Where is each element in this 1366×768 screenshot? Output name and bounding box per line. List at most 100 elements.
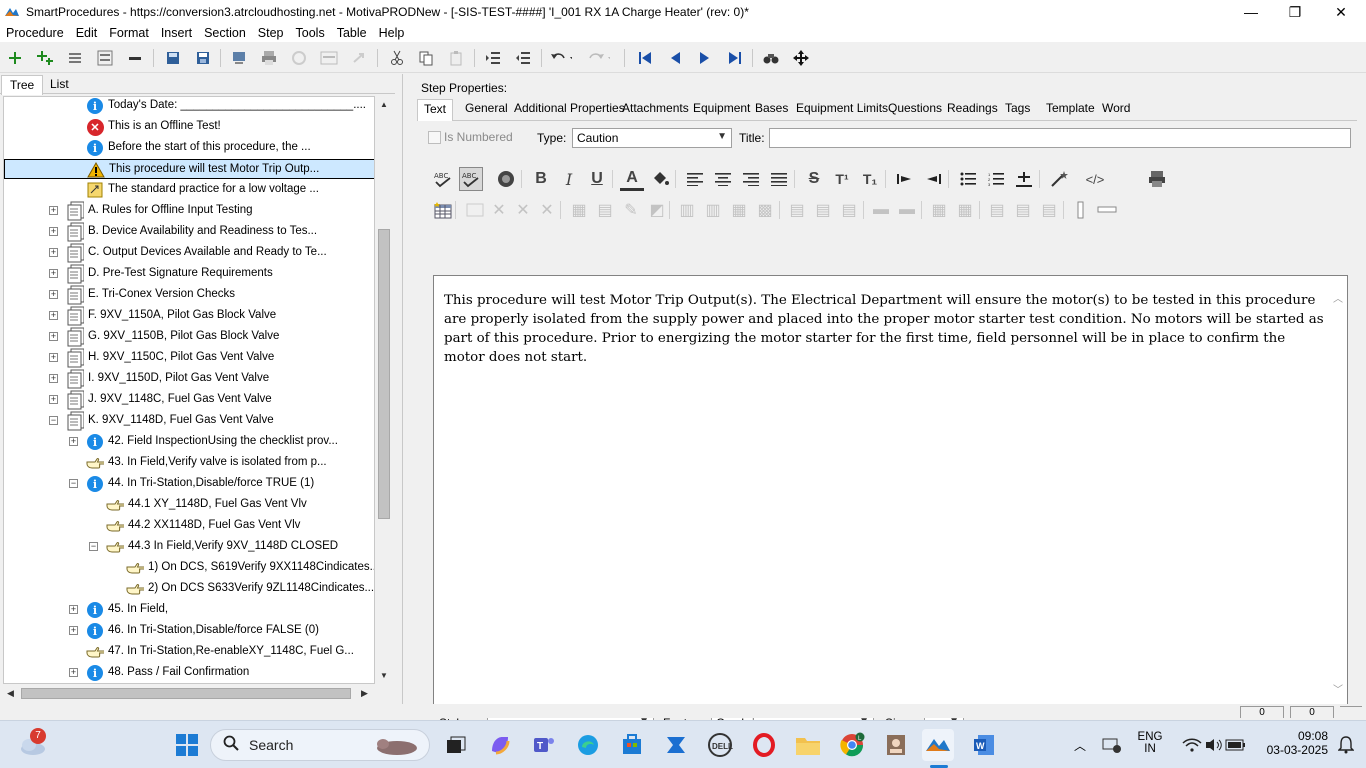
tree-row[interactable]: 1) On DCS, S619Verify 9XX1148Cindicates.… — [4, 558, 374, 578]
expand-icon[interactable]: + — [49, 374, 58, 383]
expand-icon[interactable]: + — [69, 668, 78, 677]
expand-icon[interactable]: + — [49, 311, 58, 320]
expand-icon[interactable]: + — [69, 626, 78, 635]
tab-general[interactable]: General — [465, 101, 508, 115]
expand-icon[interactable]: + — [49, 290, 58, 299]
print-icon[interactable] — [258, 47, 280, 69]
menu-procedure[interactable]: Procedure — [0, 26, 70, 40]
indent-icon[interactable] — [482, 47, 504, 69]
previous-icon[interactable] — [664, 47, 686, 69]
menu-section[interactable]: Section — [198, 26, 252, 40]
notification-bell-icon[interactable] — [1330, 729, 1362, 761]
procedure-tree[interactable]: i Today's Date: _________________________… — [3, 96, 375, 684]
save-icon[interactable] — [192, 47, 214, 69]
expand-icon[interactable]: + — [49, 206, 58, 215]
hscroll-thumb[interactable] — [21, 688, 351, 699]
collapse-icon[interactable]: − — [69, 479, 78, 488]
menu-tools[interactable]: Tools — [290, 26, 331, 40]
tree-row[interactable]: 2) On DCS S633Verify 9ZL1148Cindicates..… — [4, 579, 374, 599]
insert-line-icon[interactable] — [1012, 167, 1036, 191]
cell-props-icon[interactable]: ▦ — [567, 198, 591, 222]
scroll-thumb[interactable] — [378, 229, 390, 519]
tree-row[interactable]: − 44.3 In Field,Verify 9XV_1148D CLOSED — [4, 537, 374, 557]
expand-icon[interactable]: + — [49, 395, 58, 404]
tree-row[interactable]: + i 46. In Tri-Station,Disable/force FALSE… — [4, 621, 374, 641]
tree-row[interactable]: − i 44. In Tri-Station,Disable/force TRUE … — [4, 474, 374, 494]
row-height-2-icon[interactable]: ▬ — [895, 198, 919, 222]
status-resize-grip[interactable] — [1340, 706, 1362, 718]
chrome-icon[interactable]: L — [836, 729, 868, 761]
strikethrough-button[interactable]: S — [802, 167, 826, 191]
battery-icon[interactable] — [1220, 729, 1252, 761]
insert-row-below-icon[interactable]: ▤ — [811, 198, 835, 222]
tree-horizontal-scrollbar[interactable]: ◀ ▶ — [3, 686, 375, 702]
font-color-button[interactable]: A — [620, 167, 644, 191]
menu-table[interactable]: Table — [331, 26, 373, 40]
next-icon[interactable] — [694, 47, 716, 69]
tree-row[interactable]: + i 45. In Field, — [4, 600, 374, 620]
minimize-button[interactable]: — — [1228, 0, 1274, 24]
last-icon[interactable] — [724, 47, 746, 69]
tree-row[interactable]: + F. 9XV_1150A, Pilot Gas Block Valve — [4, 306, 374, 326]
copilot-icon[interactable] — [484, 729, 516, 761]
taskbar-search[interactable]: Search — [210, 729, 430, 761]
magic-wand-icon[interactable] — [1047, 167, 1071, 191]
tree-row[interactable]: + J. 9XV_1148C, Fuel Gas Vent Valve — [4, 390, 374, 410]
spellcheck-auto-icon[interactable]: ABC — [459, 167, 483, 191]
menu-edit[interactable]: Edit — [70, 26, 104, 40]
delete-column-icon[interactable]: ✕ — [511, 198, 535, 222]
menu-help[interactable]: Help — [373, 26, 411, 40]
expand-icon[interactable]: + — [49, 269, 58, 278]
add-icon[interactable] — [4, 47, 26, 69]
step-text-editor[interactable]: This procedure will test Motor Trip Outp… — [433, 275, 1348, 705]
superscript-button[interactable]: T¹ — [830, 167, 854, 191]
expand-icon[interactable]: + — [49, 227, 58, 236]
open-icon[interactable] — [162, 47, 184, 69]
col-width-icon[interactable]: ▦ — [927, 198, 951, 222]
italic-button[interactable]: I — [557, 167, 581, 191]
word-icon[interactable]: W — [968, 729, 1000, 761]
export-icon[interactable] — [228, 47, 250, 69]
outdent-icon[interactable] — [512, 47, 534, 69]
align-center-icon[interactable] — [711, 167, 735, 191]
tree-vertical-scrollbar[interactable]: ▲ ▼ — [376, 96, 392, 684]
editor-scroll-down-icon[interactable]: ﹀ — [1333, 681, 1343, 696]
maximize-button[interactable]: ❐ — [1272, 0, 1318, 24]
align-justify-icon[interactable] — [767, 167, 791, 191]
undo-icon[interactable] — [550, 47, 572, 69]
horizontal-bar-icon[interactable] — [1095, 198, 1119, 222]
tree-row[interactable]: + D. Pre-Test Signature Requirements — [4, 264, 374, 284]
tree-row[interactable]: 47. In Tri-Station,Re-enableXY_1148C, Fu… — [4, 642, 374, 662]
tab-equipment[interactable]: Equipment — [693, 101, 750, 115]
col-width-2-icon[interactable]: ▦ — [953, 198, 977, 222]
delete-row-icon[interactable]: ✕ — [535, 198, 559, 222]
html-source-icon[interactable]: </> — [1083, 167, 1107, 191]
split-cell-icon[interactable]: ▦ — [727, 198, 751, 222]
decrease-indent-icon[interactable] — [921, 167, 945, 191]
increase-indent-icon[interactable] — [893, 167, 917, 191]
tree-row[interactable]: + i 48. Pass / Fail Confirmation — [4, 663, 374, 683]
spell-binocular-icon[interactable] — [760, 47, 782, 69]
edge-icon[interactable] — [572, 729, 604, 761]
tree-row[interactable]: 44.2 XX1148D, Fuel Gas Vent Vlv — [4, 516, 374, 536]
copy-icon[interactable] — [415, 47, 437, 69]
close-button[interactable]: ✕ — [1318, 0, 1364, 24]
table-props-icon[interactable] — [463, 198, 487, 222]
menu-format[interactable]: Format — [103, 26, 155, 40]
title-input[interactable] — [769, 128, 1351, 148]
tab-readings[interactable]: Readings — [947, 101, 998, 115]
insert-column-left-icon[interactable]: ▥ — [675, 198, 699, 222]
redo-icon[interactable] — [588, 47, 610, 69]
tab-tree[interactable]: Tree — [1, 75, 44, 95]
tab-text[interactable]: Text — [417, 99, 454, 122]
list-icon[interactable] — [64, 47, 86, 69]
paste-icon[interactable] — [445, 47, 467, 69]
tab-list[interactable]: List — [42, 75, 77, 95]
tab-word[interactable]: Word — [1102, 101, 1130, 115]
tree-row[interactable]: + E. Tri-Conex Version Checks — [4, 285, 374, 305]
numbered-list-icon[interactable]: 123 — [984, 167, 1008, 191]
vertical-bar-icon[interactable] — [1069, 198, 1093, 222]
tab-questions[interactable]: Questions — [888, 101, 942, 115]
scroll-down-icon[interactable]: ▼ — [380, 671, 388, 680]
language-indicator[interactable]: ENG IN — [1130, 731, 1170, 755]
